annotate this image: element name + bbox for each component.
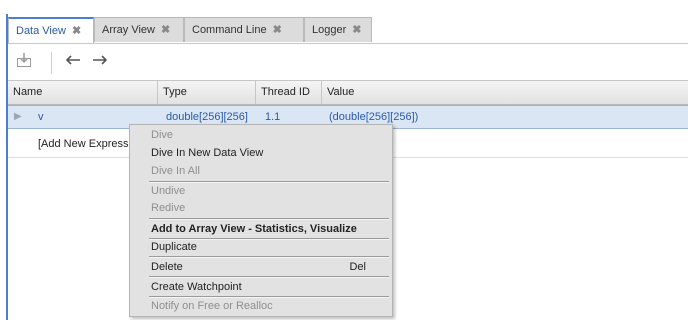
- tab-label: Logger: [312, 24, 347, 36]
- column-header-value[interactable]: Value: [322, 81, 688, 104]
- close-icon[interactable]: ✖: [273, 18, 282, 43]
- menu-item-label: Dive: [151, 129, 174, 141]
- menu-separator: [149, 276, 389, 278]
- context-menu: Dive Dive In New Data View Dive In All U…: [129, 124, 393, 317]
- close-icon[interactable]: ✖: [161, 18, 170, 43]
- tab-data-view[interactable]: Data View ✖: [8, 17, 94, 44]
- tab-logger[interactable]: Logger ✖: [304, 17, 372, 42]
- menu-item-label: Delete: [151, 261, 183, 273]
- menu-item-dive-in-new-data-view[interactable]: Dive In New Data View: [130, 145, 392, 162]
- tab-command-line[interactable]: Command Line ✖: [184, 17, 304, 42]
- menu-item-dive[interactable]: Dive: [130, 127, 392, 144]
- toolbar-separator: [51, 52, 52, 74]
- menu-item-label: Undive: [151, 185, 186, 197]
- column-header-type[interactable]: Type: [158, 81, 256, 104]
- menu-item-label: Dive In All: [151, 165, 200, 177]
- menu-separator: [149, 256, 389, 258]
- menu-item-label: Add to Array View - Statistics, Visualiz…: [151, 223, 357, 235]
- menu-item-undive[interactable]: Undive: [130, 183, 392, 200]
- menu-item-label: Redive: [151, 202, 186, 214]
- tab-strip: Data View ✖ Array View ✖ Command Line ✖ Log…: [8, 17, 688, 44]
- forward-arrow-icon[interactable]: [90, 52, 110, 70]
- menu-separator: [149, 218, 389, 220]
- menu-item-redive[interactable]: Redive: [130, 200, 392, 217]
- menu-item-create-watchpoint[interactable]: Create Watchpoint: [130, 279, 392, 296]
- menu-item-label: Duplicate: [151, 241, 197, 253]
- tab-label: Command Line: [192, 24, 267, 36]
- toolbar: [8, 44, 688, 78]
- tab-label: Data View: [16, 25, 66, 37]
- close-icon[interactable]: ✖: [352, 18, 361, 43]
- menu-item-label: Dive In New Data View: [151, 147, 264, 159]
- menu-item-label: Create Watchpoint: [151, 281, 242, 293]
- menu-item-dive-in-all[interactable]: Dive In All: [130, 163, 392, 180]
- menu-item-label: Notify on Free or Realloc: [151, 300, 273, 312]
- close-icon[interactable]: ✖: [72, 19, 81, 43]
- data-view-panel: Data View ✖ Array View ✖ Command Line ✖ Log…: [0, 0, 688, 320]
- tab-array-view[interactable]: Array View ✖: [94, 17, 184, 42]
- menu-item-add-to-array-view[interactable]: Add to Array View - Statistics, Visualiz…: [130, 221, 392, 238]
- menu-shortcut: Del: [349, 261, 366, 273]
- menu-item-delete[interactable]: Delete Del: [130, 259, 392, 276]
- dive-icon[interactable]: [14, 52, 34, 70]
- cell-name: v: [38, 111, 44, 123]
- back-arrow-icon[interactable]: [63, 52, 83, 70]
- menu-item-notify-on-free[interactable]: Notify on Free or Realloc: [130, 298, 392, 315]
- tab-label: Array View: [102, 24, 155, 36]
- menu-item-duplicate[interactable]: Duplicate: [130, 239, 392, 256]
- table-header: Name Type Thread ID Value: [8, 80, 688, 105]
- expand-triangle-icon[interactable]: ▶: [14, 106, 22, 128]
- column-header-thread-id[interactable]: Thread ID: [256, 81, 322, 104]
- column-header-name[interactable]: Name: [8, 81, 158, 104]
